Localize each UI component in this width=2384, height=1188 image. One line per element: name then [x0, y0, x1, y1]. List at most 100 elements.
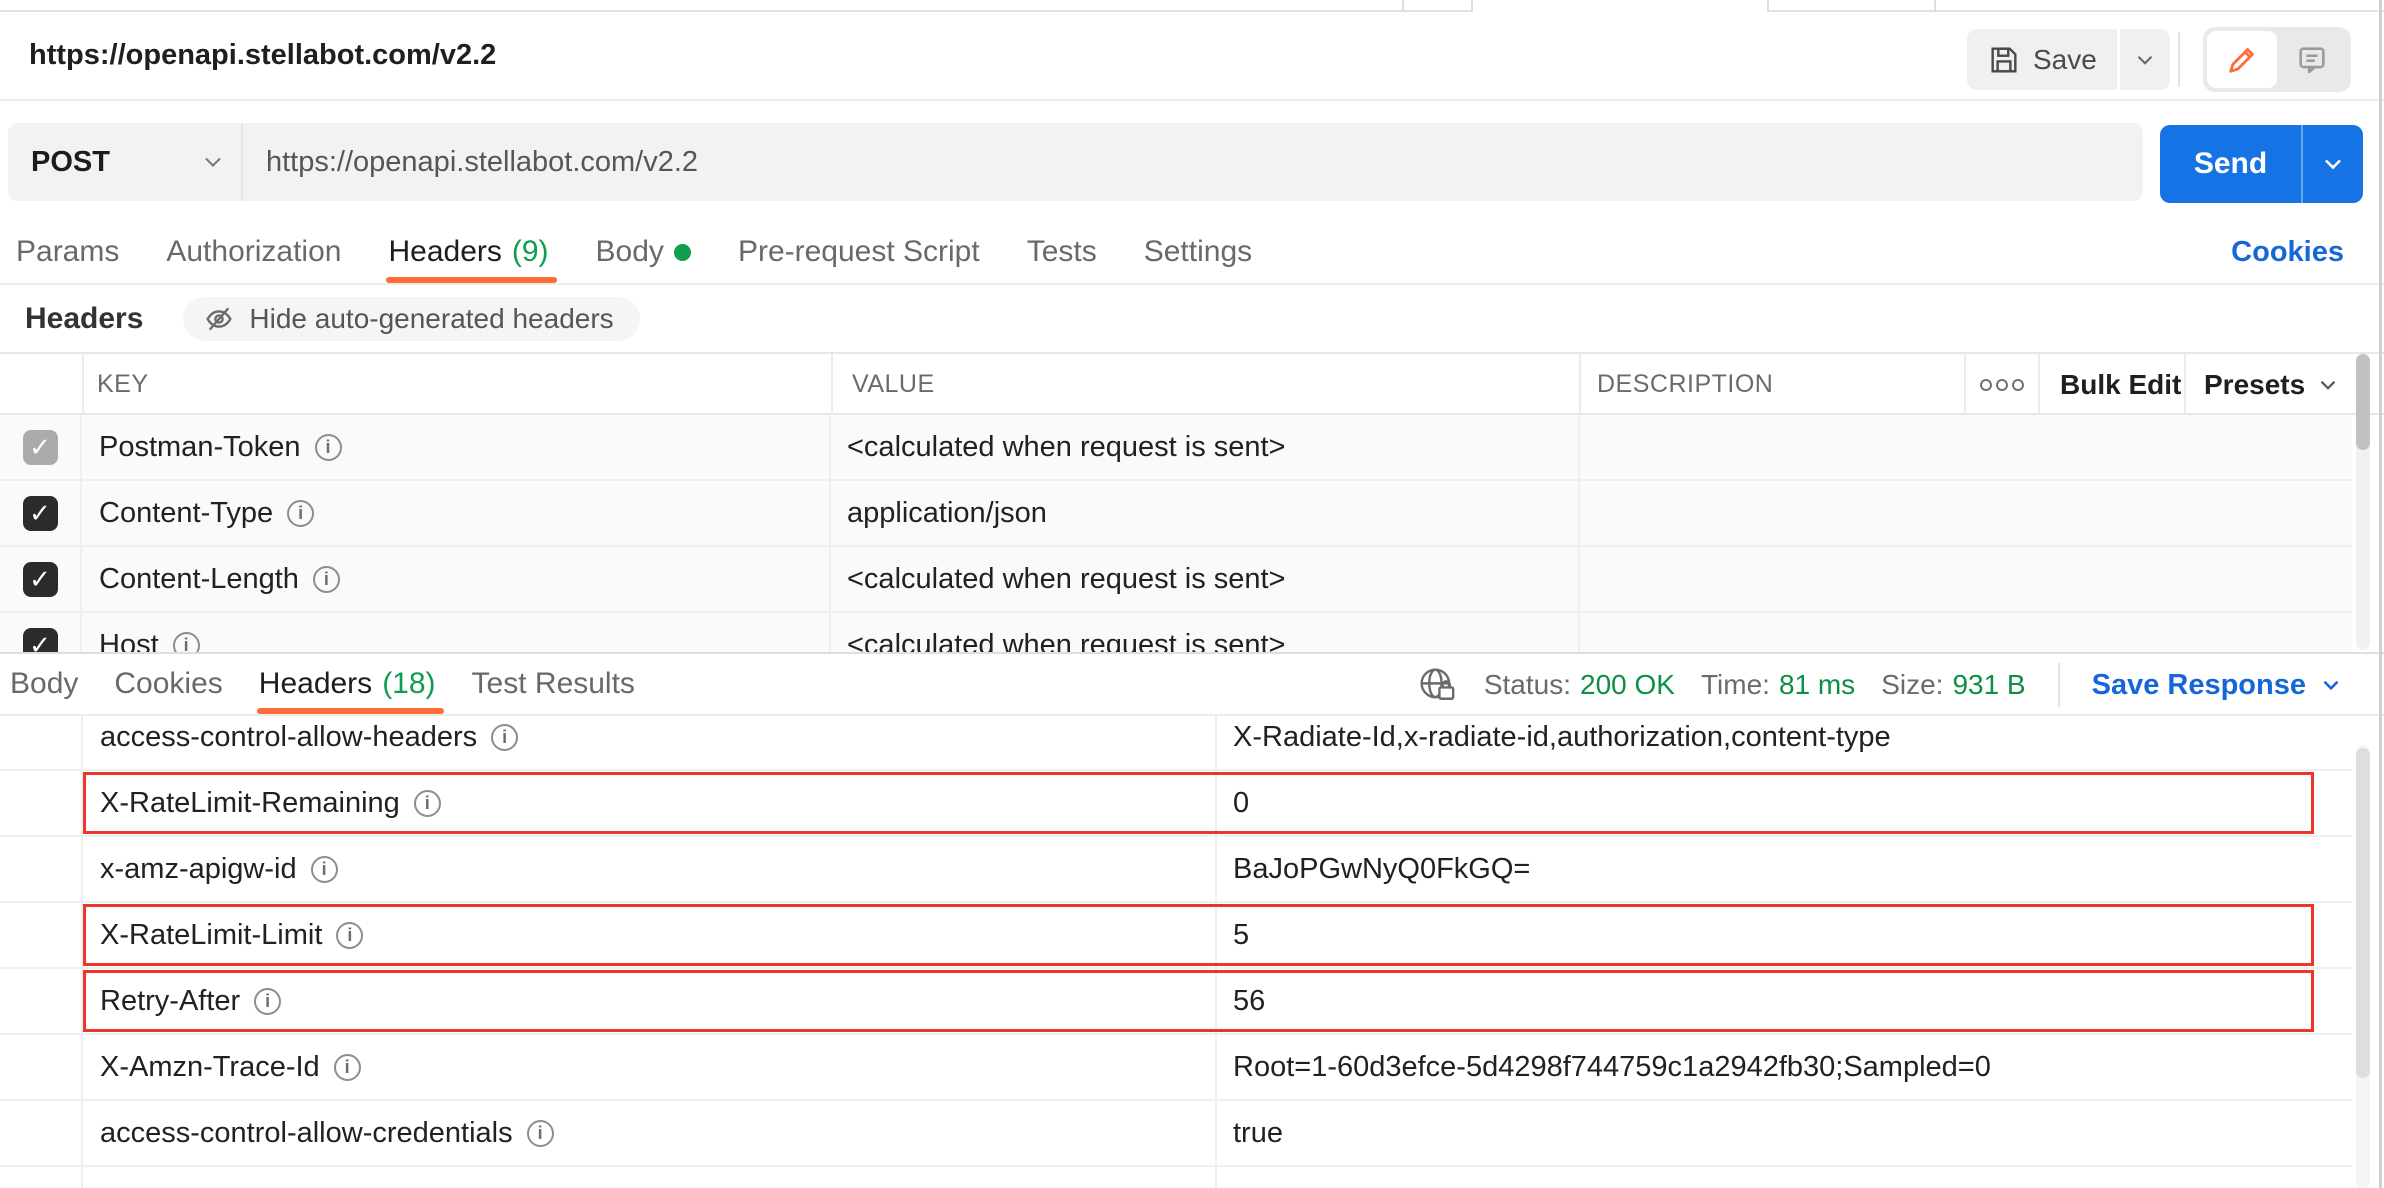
header-value-cell[interactable]: <calculated when request is sent>	[831, 415, 1580, 479]
header-description-cell[interactable]	[1580, 481, 2352, 545]
request-tab-headers[interactable]: Headers (9)	[386, 221, 557, 283]
status-badge: Status: 200 OK	[1484, 669, 1675, 701]
edit-comment-toggle	[2203, 27, 2351, 92]
response-header-row: X-RateLimit-Remaining i 0	[0, 771, 2352, 837]
chevron-down-icon	[2318, 672, 2344, 698]
row-gutter	[0, 1101, 83, 1165]
response-header-row: access-control-allow-headers i X-Radiate-I…	[0, 716, 2352, 771]
info-icon[interactable]: i	[314, 433, 342, 461]
response-header-key-cell[interactable]	[83, 1167, 1217, 1188]
tab-label: Headers	[388, 235, 502, 268]
response-header-value-cell[interactable]: 56	[1217, 969, 2352, 1033]
chevron-down-icon	[2315, 372, 2341, 398]
status-label: Status:	[1483, 669, 1572, 700]
hide-autogenerated-toggle[interactable]: Hide auto-generated headers	[183, 296, 640, 341]
header-value-cell[interactable]: <calculated when request is sent>	[831, 613, 1580, 652]
request-table-scrollbar-thumb[interactable]	[2356, 354, 2370, 450]
response-header-value-cell[interactable]: 0	[1217, 771, 2352, 835]
presets-label: Presets	[2204, 368, 2306, 400]
row-checkbox[interactable]: ✓	[22, 627, 58, 652]
save-button[interactable]: Save	[1967, 29, 2117, 90]
response-header-value: X-Radiate-Id,x-radiate-id,authorization,…	[1233, 720, 1891, 753]
request-tab-tests[interactable]: Tests	[1027, 221, 1097, 283]
header-key-cell[interactable]: Host i	[82, 613, 831, 652]
response-header-key-cell[interactable]: access-control-allow-credentials i	[83, 1101, 1217, 1165]
info-icon[interactable]: i	[310, 855, 338, 883]
header-value-cell[interactable]: application/json	[831, 481, 1580, 545]
response-header-value-cell[interactable]: X-Radiate-Id,x-radiate-id,authorization,…	[1217, 716, 2352, 769]
info-icon[interactable]: i	[491, 723, 519, 751]
info-icon[interactable]: i	[333, 1053, 361, 1081]
url-input[interactable]: https://openapi.stellabot.com/v2.2	[243, 146, 2143, 179]
response-header-key-cell[interactable]: x-amz-apigw-id i	[83, 837, 1217, 901]
request-tab-authorization[interactable]: Authorization	[166, 221, 341, 283]
request-tab-params[interactable]: Params	[16, 221, 119, 283]
response-table-scrollbar-thumb[interactable]	[2356, 748, 2370, 1078]
response-header-value-cell[interactable]: BaJoPGwNyQ0FkGQ=	[1217, 837, 2352, 901]
header-key-cell[interactable]: Postman-Token i	[82, 415, 831, 479]
row-checkbox[interactable]: ✓	[22, 429, 58, 465]
response-header-key-cell[interactable]: X-Amzn-Trace-Id i	[83, 1035, 1217, 1099]
tab-divider	[1934, 0, 1936, 12]
tab-label: Params	[16, 235, 120, 268]
response-header-value-cell[interactable]: true	[1217, 1101, 2352, 1165]
info-icon[interactable]: i	[172, 631, 200, 652]
response-tab-test-results[interactable]: Test Results	[472, 654, 635, 714]
header-description-cell[interactable]	[1580, 547, 2352, 611]
request-tab-body[interactable]: Body	[596, 221, 691, 283]
network-globe-lock-icon[interactable]	[1416, 664, 1458, 706]
response-tab-body[interactable]: Body	[10, 654, 78, 714]
info-icon[interactable]: i	[287, 499, 315, 527]
cookies-link[interactable]: Cookies	[2231, 221, 2344, 283]
response-header-key-cell[interactable]: access-control-allow-headers i	[83, 716, 1217, 769]
response-header-value-cell[interactable]: 5	[1217, 903, 2352, 967]
response-header-value-cell[interactable]	[1217, 1167, 2352, 1188]
chevron-down-icon	[2325, 159, 2341, 170]
header-key-cell[interactable]: Content-Length i	[82, 547, 831, 611]
request-table-rows: ✓ Postman-Token i <calculated when request …	[0, 415, 2352, 652]
header-description-cell[interactable]	[1580, 613, 2352, 652]
checkbox-cell: ✓	[0, 613, 82, 652]
bulk-edit-button[interactable]: Bulk Edit	[2060, 354, 2181, 415]
response-headers-table: access-control-allow-headers i X-Radiate-I…	[0, 716, 2384, 1188]
response-header-value-cell[interactable]: Root=1-60d3efce-5d4298f744759c1a2942fb30…	[1217, 1035, 2352, 1099]
tab-label: Pre-request Script	[737, 235, 980, 268]
save-options-button[interactable]	[2119, 29, 2170, 90]
app-tab-strip[interactable]	[0, 0, 2384, 12]
response-tab-cookies[interactable]: Cookies	[114, 654, 222, 714]
row-checkbox[interactable]: ✓	[22, 561, 58, 597]
tab-label: Tests	[1026, 235, 1097, 268]
send-options-button[interactable]	[2301, 125, 2363, 203]
checkbox-cell: ✓	[0, 481, 82, 545]
comment-icon	[2295, 43, 2329, 77]
header-key-cell[interactable]: Content-Type i	[82, 481, 831, 545]
info-icon[interactable]: i	[526, 1119, 554, 1147]
info-icon[interactable]: i	[254, 987, 282, 1015]
info-icon[interactable]: i	[312, 565, 340, 593]
info-icon[interactable]: i	[336, 921, 364, 949]
request-tab-settings[interactable]: Settings	[1144, 221, 1252, 283]
response-header-key-cell[interactable]: Retry-After i	[83, 969, 1217, 1033]
response-header-key-cell[interactable]: X-RateLimit-Limit i	[83, 903, 1217, 967]
request-tab-pre-request-script[interactable]: Pre-request Script	[738, 221, 980, 283]
time-badge: Time: 81 ms	[1701, 669, 1855, 701]
row-gutter	[0, 771, 83, 835]
headers-section-bar: Headers Hide auto-generated headers	[0, 285, 2384, 352]
meta-divider	[2057, 663, 2060, 707]
header-description-cell[interactable]	[1580, 415, 2352, 479]
method-selector[interactable]: POST	[8, 123, 241, 201]
header-value-cell[interactable]: <calculated when request is sent>	[831, 547, 1580, 611]
comments-button[interactable]	[2277, 31, 2347, 88]
info-icon[interactable]: i	[413, 789, 441, 817]
row-gutter	[0, 716, 83, 769]
more-options-icon[interactable]	[1978, 354, 2026, 415]
send-button[interactable]: Send	[2160, 125, 2301, 203]
presets-button[interactable]: Presets	[2204, 354, 2341, 415]
edit-mode-button[interactable]	[2207, 31, 2277, 88]
response-tab-headers[interactable]: Headers (18)	[256, 654, 444, 714]
save-response-button[interactable]: Save Response	[2092, 669, 2344, 702]
method-label: POST	[31, 145, 110, 178]
eye-off-icon	[203, 303, 235, 335]
row-checkbox[interactable]: ✓	[22, 495, 58, 531]
response-header-key-cell[interactable]: X-RateLimit-Remaining i	[83, 771, 1217, 835]
